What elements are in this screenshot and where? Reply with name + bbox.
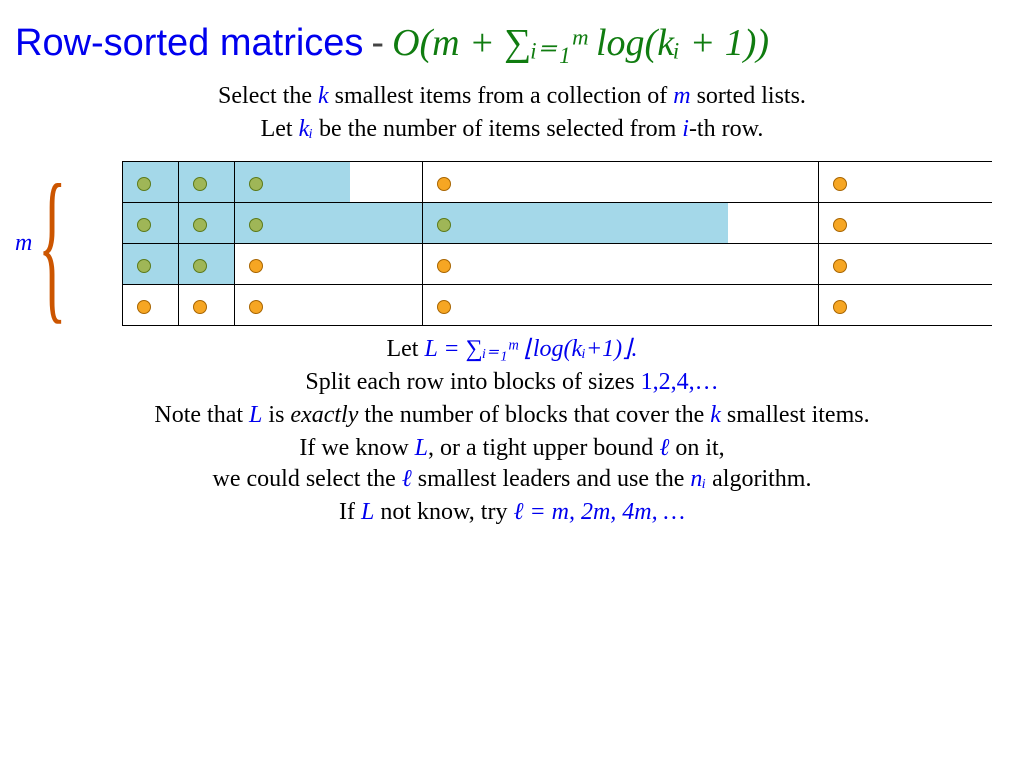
dot-icon	[833, 218, 847, 232]
title-complexity: O(m + ∑ᵢ₌₁ᵐ log(kᵢ + 1))	[392, 20, 769, 65]
dot-icon	[833, 177, 847, 191]
m-label: m	[15, 230, 32, 257]
dot-icon	[833, 300, 847, 314]
if-line-3: If L not know, try ℓ = m, 2m, 4m, …	[15, 499, 1009, 526]
dot-icon	[249, 259, 263, 273]
dot-icon	[437, 218, 451, 232]
note-line: Note that L is exactly the number of blo…	[15, 402, 1009, 429]
dot-icon	[193, 259, 207, 273]
dot-icon	[137, 177, 151, 191]
if-line-1: If we know L, or a tight upper bound ℓ o…	[15, 435, 1009, 462]
dot-icon	[193, 218, 207, 232]
intro-line-2: Let kᵢ be the number of items selected f…	[15, 116, 1009, 143]
dot-icon	[249, 177, 263, 191]
dot-icon	[137, 259, 151, 273]
dot-icon	[437, 300, 451, 314]
title-main: Row-sorted matrices	[15, 22, 363, 65]
dot-icon	[193, 300, 207, 314]
dot-icon	[137, 218, 151, 232]
curly-brace-icon: {	[38, 169, 67, 319]
matrix-table	[122, 161, 992, 326]
dot-icon	[437, 177, 451, 191]
dot-icon	[833, 259, 847, 273]
dot-icon	[137, 300, 151, 314]
let-L-line: Let L = ∑ᵢ₌₁ᵐ ⌊log(kᵢ+1)⌋.	[15, 334, 1009, 363]
title-dash: -	[371, 22, 384, 65]
if-line-2: we could select the ℓ smallest leaders a…	[15, 466, 1009, 493]
intro-line-1: Select the k smallest items from a colle…	[15, 83, 1009, 110]
matrix-diagram: m {	[15, 161, 1009, 326]
dot-icon	[437, 259, 451, 273]
slide-title: Row-sorted matrices - O(m + ∑ᵢ₌₁ᵐ log(kᵢ…	[15, 20, 1009, 65]
split-line: Split each row into blocks of sizes 1,2,…	[15, 369, 1009, 396]
dot-icon	[249, 300, 263, 314]
dot-icon	[249, 218, 263, 232]
dot-icon	[193, 177, 207, 191]
